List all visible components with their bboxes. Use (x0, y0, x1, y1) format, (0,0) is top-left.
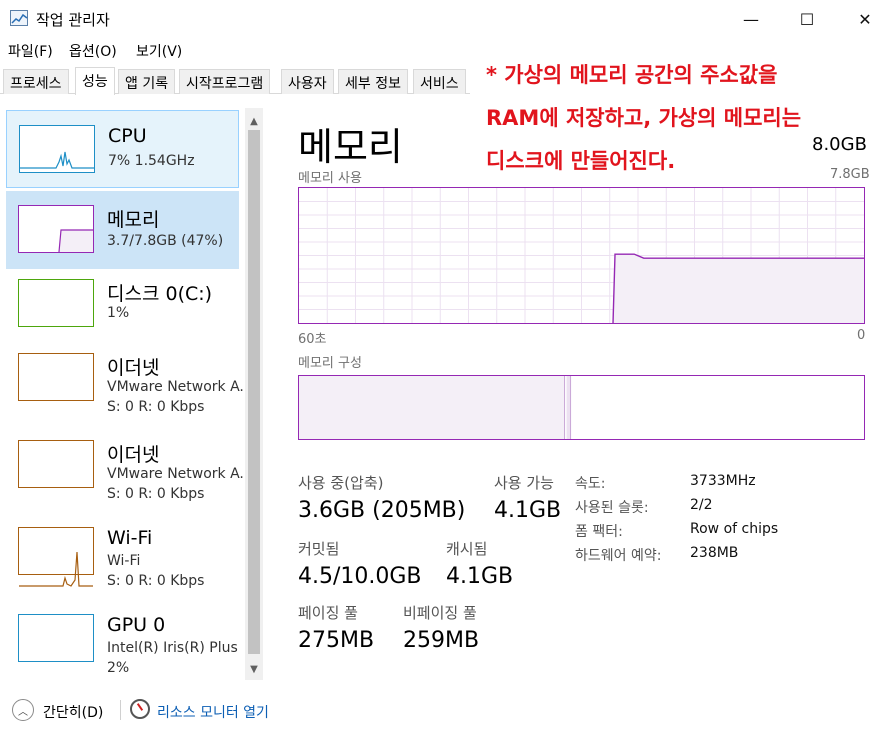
memory-usage-graph (298, 187, 865, 324)
disk-usage: 1% (107, 305, 130, 321)
cpu-usage: 7% 1.54GHz (108, 153, 195, 169)
tab-details[interactable]: 세부 정보 (338, 69, 408, 94)
usage-area (613, 254, 864, 323)
resource-monitor-icon (130, 699, 150, 719)
paged-pool-value: 275MB (298, 628, 375, 653)
memory-usage: 3.7/7.8GB (47%) (107, 233, 224, 249)
gpu-usage: 2% (107, 660, 130, 676)
ethernet-2-title: 이더넷 (107, 444, 160, 466)
menu-file[interactable]: 파일(F) (8, 41, 53, 61)
scrollbar-thumb[interactable] (248, 130, 260, 654)
time-axis-start: 60초 (298, 332, 327, 347)
available-value: 4.1GB (494, 498, 562, 523)
committed-label: 커밋됨 (298, 540, 340, 558)
cached-label: 캐시됨 (446, 540, 488, 558)
scroll-up-icon[interactable]: ▲ (245, 112, 263, 130)
footer-divider (120, 700, 121, 720)
tab-processes[interactable]: 프로세스 (3, 69, 69, 94)
annotation-line-1: * 가상의 메모리 공간의 주소값을 (486, 63, 778, 87)
hardware-reserved-label: 하드웨어 예약: (575, 548, 662, 564)
gpu-thumbnail (18, 614, 94, 662)
form-factor-value: Row of chips (690, 521, 779, 537)
sidebar-item-disk[interactable]: 디스크 0(C:) 1% (6, 265, 239, 343)
chevron-up-icon[interactable]: ︿ (12, 699, 34, 721)
task-manager-icon (10, 10, 28, 26)
paged-pool-label: 페이징 풀 (298, 604, 358, 622)
memory-usage-label: 메모리 사용 (298, 171, 362, 186)
footer: ︿ 간단히(D) 리소스 모니터 열기 (0, 696, 896, 726)
sidebar-item-ethernet-2[interactable]: 이더넷 VMware Network A... S: 0 R: 0 Kbps (6, 426, 243, 504)
ethernet-2-adapter: VMware Network A... (107, 466, 243, 482)
time-axis-end: 0 (857, 328, 866, 343)
ethernet-1-thumbnail (18, 353, 94, 401)
speed-label: 속도: (575, 476, 606, 492)
composition-in-use (299, 376, 565, 439)
disk-thumbnail (18, 279, 94, 327)
menu-view[interactable]: 보기(V) (136, 41, 182, 61)
open-resource-monitor-link[interactable]: 리소스 모니터 열기 (157, 702, 269, 722)
disk-title: 디스크 0(C:) (107, 283, 213, 305)
maximize-button[interactable]: ☐ (778, 0, 836, 38)
wifi-throughput: S: 0 R: 0 Kbps (107, 573, 205, 589)
cpu-title: CPU (108, 125, 147, 147)
nonpaged-pool-value: 259MB (403, 628, 480, 653)
memory-usage-max: 7.8GB (830, 167, 870, 182)
nonpaged-pool-label: 비페이징 풀 (403, 604, 477, 622)
cached-value: 4.1GB (446, 564, 514, 589)
sidebar-item-wifi[interactable]: Wi-Fi Wi-Fi S: 0 R: 0 Kbps (6, 513, 239, 591)
tab-performance[interactable]: 성능 (75, 67, 115, 95)
scroll-down-icon[interactable]: ▼ (245, 660, 263, 678)
wifi-thumbnail (18, 527, 94, 587)
wifi-adapter: Wi-Fi (107, 553, 141, 569)
memory-composition-bar (298, 375, 865, 440)
wifi-title: Wi-Fi (107, 527, 153, 549)
composition-modified (566, 376, 571, 439)
fewer-details-button[interactable]: 간단히(D) (43, 702, 103, 722)
sidebar-item-gpu[interactable]: GPU 0 Intel(R) Iris(R) Plus ... 2% (6, 600, 243, 678)
sidebar-item-memory[interactable]: 메모리 3.7/7.8GB (47%) (6, 191, 239, 269)
sidebar-item-cpu[interactable]: CPU 7% 1.54GHz (6, 110, 239, 188)
memory-composition-label: 메모리 구성 (298, 356, 362, 371)
committed-value: 4.5/10.0GB (298, 564, 422, 589)
available-label: 사용 가능 (494, 474, 554, 492)
menu-options[interactable]: 옵션(O) (69, 41, 117, 61)
ethernet-1-throughput: S: 0 R: 0 Kbps (107, 399, 205, 415)
ethernet-1-adapter: VMware Network A... (107, 379, 243, 395)
resource-sidebar: CPU 7% 1.54GHz 메모리 3.7/7.8GB (47%) 디스크 0… (0, 104, 266, 684)
tab-services[interactable]: 서비스 (413, 69, 466, 94)
annotation-line-2: RAM에 저장하고, 가상의 메모리는 (486, 106, 802, 130)
tab-strip: 프로세스 성능 앱 기록 시작프로그램 사용자 세부 정보 서비스 (0, 67, 470, 95)
page-title: 메모리 (298, 125, 403, 169)
memory-thumbnail (18, 205, 94, 253)
slots-used-label: 사용된 슬롯: (575, 500, 649, 516)
tab-users[interactable]: 사용자 (281, 69, 334, 94)
window-title: 작업 관리자 (36, 11, 110, 29)
annotation-line-3: 디스크에 만들어진다. (486, 149, 676, 173)
slots-used-value: 2/2 (690, 497, 713, 513)
annotation-text: * 가상의 메모리 공간의 주소값을 RAM에 저장하고, 가상의 메모리는 디… (486, 54, 801, 183)
in-use-value: 3.6GB (205MB) (298, 498, 466, 523)
ethernet-2-thumbnail (18, 440, 94, 488)
tab-app-history[interactable]: 앱 기록 (118, 69, 176, 94)
title-bar: 작업 관리자 — ☐ ✕ (0, 0, 896, 38)
cpu-thumbnail (19, 125, 95, 173)
form-factor-label: 폼 팩터: (575, 524, 623, 540)
memory-title: 메모리 (107, 209, 160, 231)
ethernet-2-throughput: S: 0 R: 0 Kbps (107, 486, 205, 502)
ethernet-1-title: 이더넷 (107, 357, 160, 379)
total-memory: 8.0GB (812, 134, 867, 155)
sidebar-item-ethernet-1[interactable]: 이더넷 VMware Network A... S: 0 R: 0 Kbps (6, 339, 243, 417)
speed-value: 3733MHz (690, 473, 756, 489)
close-button[interactable]: ✕ (836, 0, 894, 38)
in-use-label: 사용 중(압축) (298, 474, 384, 492)
gpu-adapter: Intel(R) Iris(R) Plus ... (107, 640, 243, 656)
gpu-title: GPU 0 (107, 614, 166, 636)
minimize-button[interactable]: — (722, 0, 780, 38)
hardware-reserved-value: 238MB (690, 545, 739, 561)
tab-startup[interactable]: 시작프로그램 (179, 69, 271, 94)
